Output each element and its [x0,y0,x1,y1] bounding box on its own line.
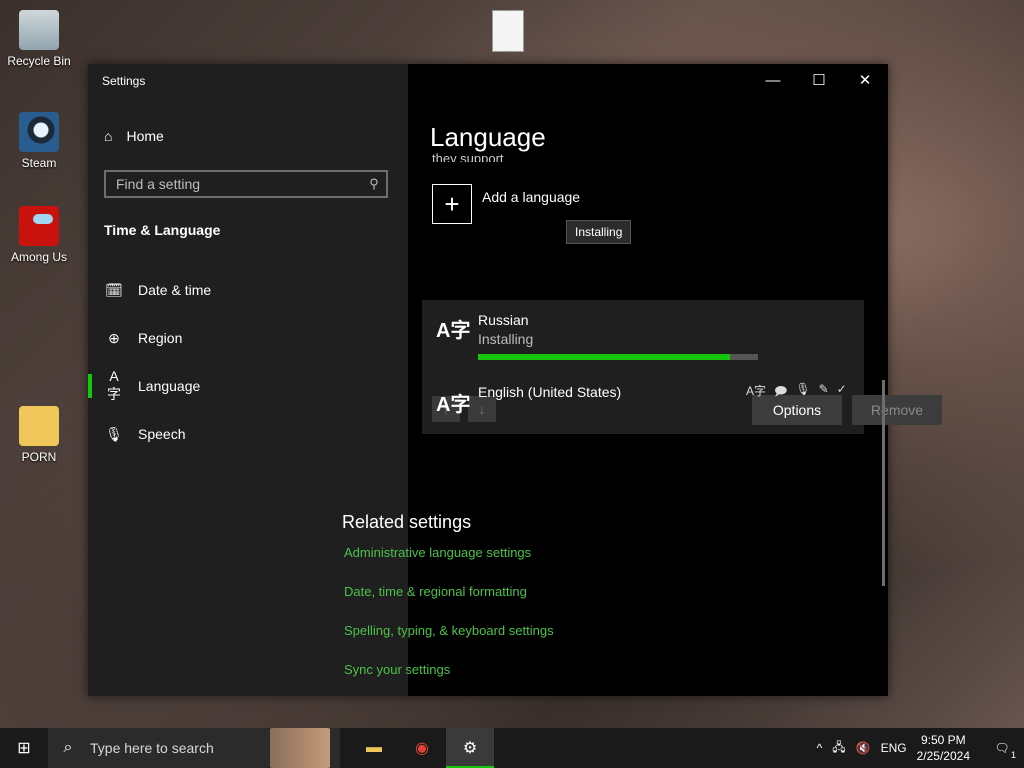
sidebar-item-date-time[interactable]: 🗓 Date & time [88,270,408,310]
microphone-icon: 🎙 [105,425,123,442]
notification-count: 1 [1010,750,1016,760]
steam-icon [19,112,59,152]
taskbar-file-explorer[interactable]: ▬ [350,728,398,768]
language-item-russian[interactable]: A字 Russian Installing ↑ ↓ Options Remove [422,300,942,434]
volume-muted-icon[interactable]: 🔇 [856,741,871,755]
desktop-icon-label: Steam [21,156,57,170]
input-language[interactable]: ENG [881,741,907,755]
sidebar-item-language[interactable]: A字 Language [88,366,408,406]
document-icon[interactable] [492,10,524,52]
related-settings-title: Related settings [342,512,472,532]
spell-check-icon: ✓ [836,382,847,396]
language-icon: A字 [107,368,121,402]
sidebar-item-label: Speech [138,426,186,442]
clock-date: 2/25/2024 [916,749,970,763]
section-title: Time & Language [104,222,221,238]
desktop-icon-label: PORN [21,450,57,464]
language-status: Installing [478,331,534,347]
home-label: Home [126,128,164,144]
desktop-icon-label: Recycle Bin [7,54,71,68]
recycle-bin-icon [19,10,59,50]
link-date-time-regional[interactable]: Date, time & regional formatting [344,584,527,599]
sidebar-item-speech[interactable]: 🎙 Speech [88,414,408,454]
handwriting-icon: ✎ [818,382,829,396]
search-icon[interactable]: ⚲ [362,176,386,192]
clock-time: 9:50 PM [920,733,966,747]
link-admin-language-settings[interactable]: Administrative language settings [344,545,531,560]
desktop-icon-label: Among Us [10,250,68,264]
taskbar-search[interactable]: ⌕ [48,728,340,768]
desktop-icon-recycle-bin[interactable]: Recycle Bin [3,10,75,68]
installing-tooltip: Installing [566,220,632,244]
sidebar-item-label: Language [138,378,201,394]
desktop-icon-folder[interactable]: PORN [3,406,75,464]
language-icon: A字 [436,320,471,342]
desktop-icon-among-us[interactable]: Among Us [3,206,75,264]
notification-icon: 🗨 [994,741,1010,755]
desktop-icon-steam[interactable]: Steam [3,112,75,170]
globe-icon: ⊕ [108,329,120,346]
plus-icon: + [432,184,472,224]
search-highlight-image [270,728,330,768]
taskbar-settings[interactable]: ⚙ [446,728,494,768]
search-icon: ⌕ [63,739,73,756]
speech-recognition-icon: 🎙 [795,382,811,396]
language-features: A字 🗩 🎙 ✎ ✓ [746,382,847,403]
chevron-up-icon[interactable]: ^ [817,741,823,755]
content-scrollbar[interactable] [882,380,885,586]
text-to-speech-icon: 🗩 [774,384,788,398]
home-icon: ⌂ [104,128,113,144]
home-nav[interactable]: ⌂ Home [104,128,164,144]
remove-button[interactable]: Remove [852,395,942,425]
taskbar-search-input[interactable] [88,739,262,757]
install-progress-bar [478,354,758,360]
language-name: English (United States) [478,384,622,400]
link-sync-settings[interactable]: Sync your settings [344,662,450,677]
taskbar-chrome[interactable]: ◉ [398,728,446,768]
clipped-description: they support [432,152,504,162]
find-setting-box: ⚲ [104,170,388,198]
chrome-icon: ◉ [415,740,429,757]
language-icon: A字 [436,394,471,416]
clock[interactable]: 9:50 PM 2/25/2024 [917,732,970,764]
find-setting-input[interactable] [106,175,362,193]
action-center-button[interactable]: 🗨 1 [980,728,1024,768]
gear-icon: ⚙ [462,740,478,757]
system-tray: ^ 🖧 🔇 ENG 9:50 PM 2/25/2024 🗨 1 [817,728,1024,768]
start-button[interactable]: ⊞ [0,728,48,768]
settings-window: Settings ⌂ Home ⚲ Time & Language 🗓 Date… [88,64,942,696]
add-language-label: Add a language [482,189,581,205]
taskbar: ⊞ ⌕ ▬ ◉ ⚙ ^ 🖧 🔇 ENG 9:50 PM 2/25/2024 🗨 … [0,728,1024,768]
window-title: Settings [102,74,146,88]
sidebar: Settings ⌂ Home ⚲ Time & Language 🗓 Date… [88,64,408,696]
calendar-clock-icon: 🗓 [105,281,123,298]
windows-logo-icon: ⊞ [17,740,31,757]
sidebar-item-label: Date & time [138,282,212,298]
among-us-icon [19,206,59,246]
sidebar-item-region[interactable]: ⊕ Region [88,318,408,358]
sidebar-item-label: Region [138,330,183,346]
language-name: Russian [478,312,529,328]
folder-icon [19,406,59,446]
install-progress-fill [478,354,730,360]
file-explorer-icon: ▬ [366,739,382,756]
arrow-down-icon: ↓ [478,401,486,417]
page-title: Language [430,122,546,152]
link-spelling-typing-keyboard[interactable]: Spelling, typing, & keyboard settings [344,623,554,638]
add-language-button[interactable]: + Add a language [432,184,580,224]
network-icon[interactable]: 🖧 [832,738,845,759]
display-language-icon: A字 [746,384,767,398]
